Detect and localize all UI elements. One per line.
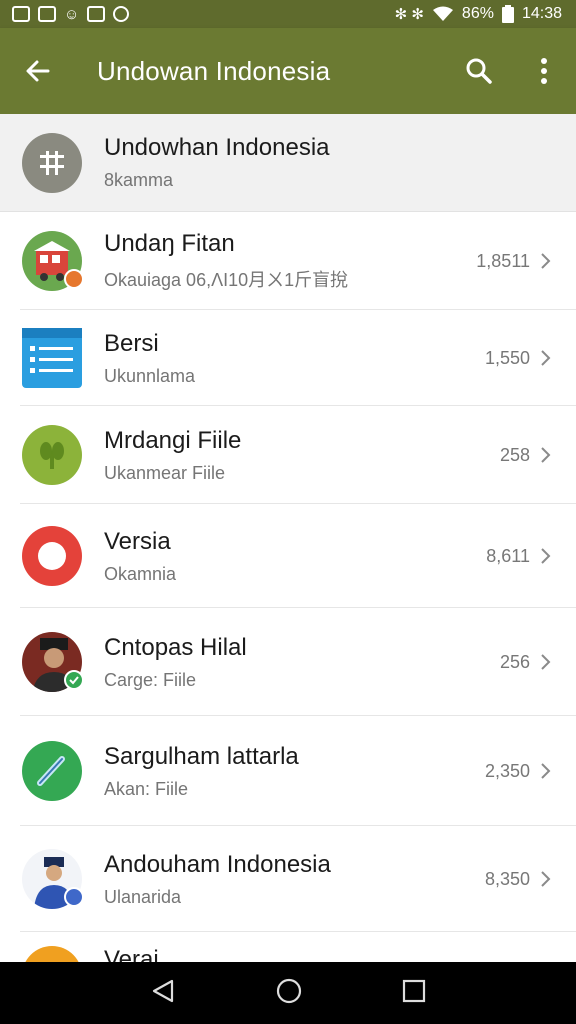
header-avatar-wrap (0, 132, 104, 193)
item-texts: Versia Okamnia (104, 528, 486, 585)
page-title: Undowan Indonesia (97, 55, 331, 86)
back-button[interactable] (0, 28, 76, 114)
item-title: Mrdangi Fiile (104, 426, 242, 454)
arrow-left-icon (26, 60, 50, 82)
item-count: 1,550 (484, 347, 530, 368)
list-item[interactable]: Cntopas Hilal Carge: Fiile 256 (0, 608, 576, 716)
avatar-wrap (0, 328, 104, 388)
sync-badge (64, 887, 84, 907)
header-item[interactable]: Undowhan Indonesia 8kamma (0, 114, 576, 212)
ring-center (38, 542, 66, 570)
building-icon (22, 132, 82, 193)
nav-back-button[interactable] (150, 978, 176, 1009)
list-item[interactable]: Mrdangi Fiile Ukanmear Fiile 258 (0, 406, 576, 504)
doc-lines (22, 328, 82, 373)
item-subtitle: Ulanarida (104, 886, 182, 907)
item-subtitle: Carge: Fiile (104, 669, 197, 690)
item-subtitle: Okauiaga 06,ΛΙ10月ㄨ1斤盲挩 (104, 270, 349, 290)
header-glyph (40, 150, 64, 175)
avatar-wrap (0, 632, 104, 692)
chevron-right-icon (540, 653, 576, 671)
chevron-right-icon (540, 762, 576, 780)
list-doc-icon (22, 328, 82, 388)
item-count: 2,350 (484, 760, 530, 781)
ring-icon (22, 526, 82, 586)
system-icons: ✻ ✻ 86% 14:38 (395, 5, 562, 23)
bluetooth-icon: ✻ ✻ (394, 5, 424, 23)
item-texts: Mrdangi Fiile Ukanmear Fiile (104, 427, 500, 484)
header-texts: Undowhan Indonesia 8kamma (104, 134, 576, 191)
wifi-icon (432, 6, 453, 21)
item-texts: Bersi Ukunnlama (104, 330, 485, 387)
item-subtitle: Ukunnlama (104, 365, 196, 386)
search-button[interactable] (446, 28, 512, 114)
item-count: 8,611 (486, 545, 530, 566)
whatsapp-icon (113, 6, 130, 22)
pencil-shape (37, 756, 65, 786)
pencil-icon (22, 741, 82, 801)
item-subtitle: Okamnia (104, 563, 177, 584)
clock: 14:38 (521, 5, 562, 22)
chevron-right-icon (540, 252, 576, 270)
app-bar: Undowan Indonesia (0, 28, 576, 114)
header-title: Undowhan Indonesia (104, 134, 330, 161)
list-item[interactable]: Andouham Indonesia Ulanarida 8,350 (0, 826, 576, 932)
item-subtitle: Ukanmear Fiile (104, 462, 226, 483)
list-item[interactable]: Sargulham lattarla Akan: Fiile 2,350 (0, 716, 576, 826)
plant-icon (22, 425, 82, 485)
chevron-right-icon (540, 446, 576, 464)
status-bar: ☺ ✻ ✻ 86% 14:38 (0, 0, 576, 28)
triangle-back-icon (152, 979, 173, 1002)
avatar-wrap (0, 741, 104, 801)
notification-icons: ☺ (12, 5, 130, 23)
more-vertical-icon (541, 58, 547, 84)
battery-percent: 86% (461, 5, 494, 22)
list-item[interactable]: Versia Okamnia 8,611 (0, 504, 576, 608)
status-badge (64, 269, 84, 289)
item-count: 256 (499, 651, 530, 672)
overflow-menu-button[interactable] (512, 28, 576, 114)
item-count: 1,8511 (476, 250, 530, 271)
chevron-right-icon (540, 547, 576, 565)
avatar-wrap (0, 526, 104, 586)
gallery-icon (87, 6, 106, 22)
chevron-right-icon (540, 870, 576, 888)
search-icon (466, 58, 492, 84)
nav-recents-button[interactable] (402, 979, 426, 1008)
item-count: 8,350 (484, 868, 530, 889)
image-icon (38, 6, 56, 22)
item-texts: Andouham Indonesia Ulanarida (104, 851, 485, 908)
system-nav-bar (0, 962, 576, 1024)
square-recents-icon (403, 979, 426, 1002)
header-subtitle: 8kamma (104, 170, 174, 190)
item-title: Versia (104, 527, 171, 555)
item-texts: Sargulham lattarla Akan: Fiile (104, 743, 485, 800)
plant-shape (40, 442, 64, 469)
item-title: Andouham Indonesia (104, 850, 331, 878)
message-icon (12, 6, 30, 22)
verified-badge (64, 670, 84, 690)
item-title: Undaŋ Fitan (104, 230, 235, 257)
item-subtitle: Akan: Fiile (104, 778, 189, 799)
battery-icon (501, 5, 514, 23)
circle-home-icon (276, 978, 302, 1003)
item-texts: Cntopas Hilal Carge: Fiile (104, 634, 500, 691)
content-list: Undowhan Indonesia 8kamma Undaŋ Fitan Ok… (0, 114, 576, 972)
item-count: 258 (499, 444, 530, 465)
avatar-wrap (0, 231, 104, 291)
nav-home-button[interactable] (275, 977, 303, 1010)
chevron-right-icon (540, 349, 576, 367)
item-texts: Undaŋ Fitan Okauiaga 06,ΛΙ10月ㄨ1斤盲挩 (104, 230, 476, 292)
item-title: Cntopas Hilal (104, 633, 247, 661)
cat-icon: ☺ (64, 5, 80, 23)
item-title: Bersi (104, 329, 159, 357)
list-item[interactable]: Bersi Ukunnlama 1,550 (0, 310, 576, 406)
avatar-wrap (0, 849, 104, 909)
item-title: Sargulham lattarla (104, 742, 299, 770)
avatar-wrap (0, 425, 104, 485)
list-item[interactable]: Undaŋ Fitan Okauiaga 06,ΛΙ10月ㄨ1斤盲挩 1,851… (0, 212, 576, 310)
